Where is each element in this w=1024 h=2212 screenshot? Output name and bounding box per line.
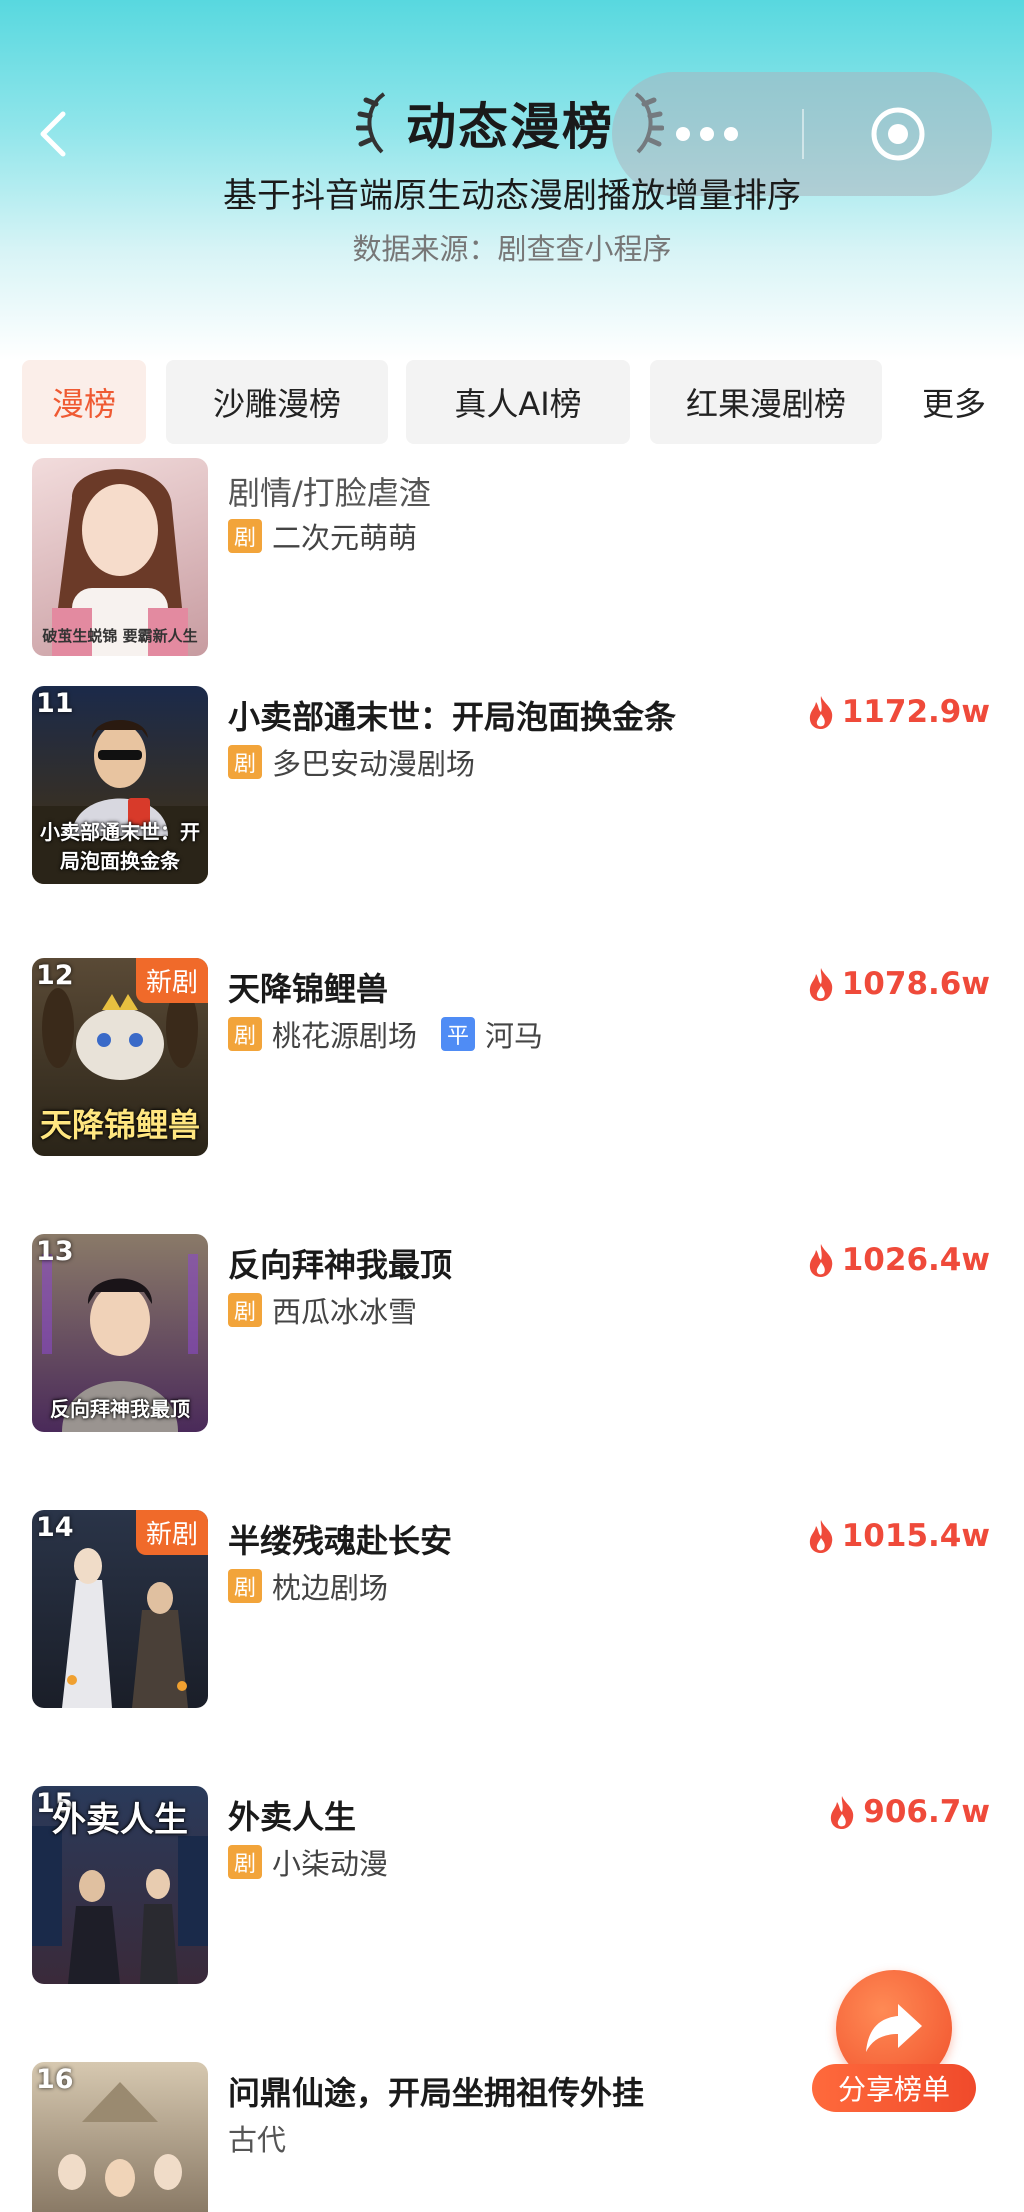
item-title: 问鼎仙途，开局坐拥祖传外挂 bbox=[228, 2074, 645, 2112]
item-meta: 剧 西瓜冰冰雪 bbox=[228, 1290, 417, 1330]
dot-icon bbox=[676, 127, 690, 141]
list-item[interactable]: 13 反向拜神我最顶 反向拜神我最顶 剧 西瓜冰冰雪 1026.4w bbox=[0, 1234, 1024, 1484]
drama-tag: 剧 bbox=[228, 1017, 262, 1051]
page-title: 动态漫榜 bbox=[406, 98, 614, 156]
rank-number: 12 bbox=[36, 960, 74, 991]
cover-caption: 反向拜神我最顶 bbox=[50, 1397, 190, 1421]
item-title: 外卖人生 bbox=[228, 1798, 357, 1836]
item-meta: 剧 二次元萌萌 bbox=[228, 516, 417, 556]
rank-number: 16 bbox=[36, 2064, 74, 2095]
dot-icon bbox=[700, 127, 714, 141]
cover-caption: 外卖人生 bbox=[52, 1800, 188, 1840]
drama-tag: 剧 bbox=[228, 745, 262, 779]
cover-image: 破茧生蜕锦 要霸新人生 bbox=[32, 458, 208, 656]
studio-name: 桃花源剧场 bbox=[272, 1019, 418, 1053]
cover-image: 15 外卖人生 bbox=[32, 1786, 208, 1984]
list-item[interactable]: 破茧生蜕锦 要霸新人生 剧情/打脸虐渣 剧 二次元萌萌 bbox=[0, 458, 1024, 658]
heat-number: 1172.9w bbox=[841, 694, 990, 730]
list-item[interactable]: 11 小卖部通末世：开局泡面换金条 小卖部通末世：开局泡面换金条 剧 多巴安动漫… bbox=[0, 686, 1024, 936]
laurel-left-icon bbox=[356, 92, 386, 154]
header-banner: 动态漫榜 基于抖音端原生动态漫剧播放增量排序 数据来源：剧查查小程序 bbox=[0, 0, 1024, 360]
heat-number: 1026.4w bbox=[841, 1242, 990, 1278]
tab-real-ai[interactable]: 真人AI榜 bbox=[406, 360, 630, 444]
studio-name: 多巴安动漫剧场 bbox=[272, 747, 476, 781]
platform-name: 河马 bbox=[485, 1019, 544, 1053]
target-icon bbox=[871, 107, 925, 161]
item-meta: 剧 多巴安动漫剧场 bbox=[228, 742, 475, 782]
share-arrow-icon bbox=[866, 2004, 922, 2052]
new-drama-badge: 新剧 bbox=[135, 1510, 208, 1555]
share-label: 分享榜单 bbox=[812, 2064, 976, 2112]
studio-name: 二次元萌萌 bbox=[272, 521, 418, 555]
drama-tag: 剧 bbox=[228, 1845, 262, 1879]
flame-icon bbox=[809, 968, 832, 1001]
tab-shadiao[interactable]: 沙雕漫榜 bbox=[166, 360, 388, 444]
heat-value: 1078.6w bbox=[806, 966, 990, 1002]
studio-name: 小柒动漫 bbox=[272, 1847, 389, 1881]
tab-hongguo[interactable]: 红果漫剧榜 bbox=[650, 360, 882, 444]
cover-image: 11 小卖部通末世：开局泡面换金条 bbox=[32, 686, 208, 884]
drama-tag: 剧 bbox=[228, 1293, 262, 1327]
item-title: 小卖部通末世：开局泡面换金条 bbox=[228, 698, 677, 736]
heat-value: 1026.4w bbox=[806, 1242, 990, 1278]
item-meta: 古代 bbox=[228, 2118, 286, 2158]
flame-icon bbox=[809, 1520, 832, 1553]
genre-label: 古代 bbox=[228, 2123, 287, 2157]
rank-number: 13 bbox=[36, 1236, 74, 1267]
platform-tag: 平 bbox=[441, 1017, 476, 1051]
close-miniprogram-button[interactable] bbox=[804, 106, 992, 162]
share-ranking-button[interactable]: 分享榜单 bbox=[812, 1970, 976, 2122]
heat-number: 1078.6w bbox=[841, 966, 990, 1002]
heat-value: 1015.4w bbox=[806, 1518, 990, 1554]
cover-image: 13 反向拜神我最顶 bbox=[32, 1234, 208, 1432]
cover-caption: 破茧生蜕锦 要霸新人生 bbox=[42, 627, 198, 645]
drama-tag: 剧 bbox=[228, 519, 262, 553]
dot-icon bbox=[724, 127, 738, 141]
cover-image: 16 bbox=[32, 2062, 208, 2212]
cover-caption: 天降锦鲤兽 bbox=[39, 1106, 200, 1144]
item-title: 反向拜神我最顶 bbox=[228, 1246, 453, 1284]
drama-tag: 剧 bbox=[228, 1569, 262, 1603]
heat-value: 1172.9w bbox=[806, 694, 990, 730]
item-title: 半缕残魂赴长安 bbox=[228, 1522, 453, 1560]
item-title: 天降锦鲤兽 bbox=[228, 970, 389, 1008]
heat-number: 1015.4w bbox=[841, 1518, 990, 1554]
item-title: 剧情/打脸虐渣 bbox=[228, 474, 431, 512]
cover-caption: 小卖部通末世：开局泡面换金条 bbox=[40, 820, 200, 873]
flame-icon bbox=[809, 1244, 832, 1277]
heat-value: 906.7w bbox=[827, 1794, 990, 1830]
item-meta: 剧 枕边剧场 bbox=[228, 1566, 388, 1606]
heat-number: 906.7w bbox=[863, 1794, 990, 1830]
page-subtitle: 基于抖音端原生动态漫剧播放增量排序 bbox=[223, 176, 801, 216]
more-menu-button[interactable] bbox=[612, 127, 802, 141]
back-button[interactable] bbox=[30, 108, 74, 160]
list-item[interactable]: 12 新剧 天降锦鲤兽 天降锦鲤兽 剧 桃花源剧场 平 河马 1078.6w bbox=[0, 958, 1024, 1208]
studio-name: 枕边剧场 bbox=[272, 1571, 389, 1605]
item-meta: 剧 桃花源剧场 平 河马 bbox=[228, 1014, 543, 1054]
item-meta: 剧 小柒动漫 bbox=[228, 1842, 388, 1882]
rank-number: 11 bbox=[36, 688, 74, 719]
chevron-left-icon bbox=[40, 111, 66, 157]
tab-more[interactable]: 更多 bbox=[898, 360, 1010, 444]
flame-icon bbox=[809, 696, 832, 729]
category-tabs: 漫榜 沙雕漫榜 真人AI榜 红果漫剧榜 更多 bbox=[0, 360, 1024, 446]
cover-image: 14 新剧 bbox=[32, 1510, 208, 1708]
rank-number: 14 bbox=[36, 1512, 74, 1543]
studio-name: 西瓜冰冰雪 bbox=[272, 1295, 418, 1329]
new-drama-badge: 新剧 bbox=[135, 958, 208, 1003]
flame-icon bbox=[831, 1796, 854, 1829]
list-item[interactable]: 14 新剧 半缕残魂赴长安 剧 枕边剧场 1015.4w bbox=[0, 1510, 1024, 1760]
tab-manbang[interactable]: 漫榜 bbox=[22, 360, 146, 444]
data-source: 数据来源：剧查查小程序 bbox=[352, 232, 672, 266]
cover-image: 12 新剧 天降锦鲤兽 bbox=[32, 958, 208, 1156]
